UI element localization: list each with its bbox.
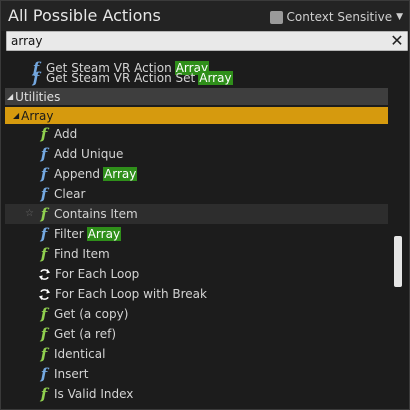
list-item[interactable]: f Append Array: [0, 164, 392, 184]
scrollbar-track[interactable]: [392, 58, 402, 403]
function-icon-blue: f: [40, 145, 48, 163]
list-item[interactable]: f Is Valid Index: [0, 384, 392, 404]
item-label: Get (a ref): [54, 327, 117, 341]
loop-icon: [38, 268, 51, 280]
item-label: Append: [54, 167, 101, 181]
search-match-highlight: Array: [103, 167, 138, 181]
search-match-highlight: Array: [198, 71, 233, 85]
loop-icon: [38, 288, 51, 300]
item-label: Is Valid Index: [54, 387, 134, 401]
function-icon-blue: f: [40, 365, 48, 383]
function-icon-green: f: [40, 205, 48, 223]
item-label: Find Item: [54, 247, 110, 261]
item-label: Filter: [54, 227, 84, 241]
item-label: Add Unique: [54, 147, 124, 161]
search-box[interactable]: ✕: [6, 31, 408, 51]
menu-header: All Possible Actions Context Sensitive ▼: [1, 1, 409, 31]
function-icon-green: f: [40, 325, 48, 343]
context-sensitive-toggle[interactable]: Context Sensitive ▼: [269, 9, 403, 25]
collapse-triangle-icon[interactable]: ◢: [13, 111, 19, 120]
close-icon[interactable]: ✕: [389, 32, 405, 50]
action-list: f Get Steam VR Action Array f Get Steam …: [0, 58, 392, 408]
context-sensitive-label: Context Sensitive: [286, 10, 393, 24]
function-icon-blue: f: [40, 165, 48, 183]
function-icon-blue: f: [40, 225, 48, 243]
function-icon-blue: f: [40, 185, 48, 203]
list-item[interactable]: f Add Unique: [0, 144, 392, 164]
item-label: Contains Item: [54, 207, 138, 221]
item-label: Clear: [54, 187, 86, 201]
scrollbar-thumb[interactable]: [394, 236, 402, 287]
list-item[interactable]: f Get (a ref): [0, 324, 392, 344]
category-label: Array: [21, 108, 54, 123]
item-label: For Each Loop: [55, 267, 140, 281]
item-label: For Each Loop with Break: [55, 287, 207, 301]
list-item[interactable]: For Each Loop: [0, 264, 392, 284]
function-icon-green: f: [40, 345, 48, 363]
list-item[interactable]: f Find Item: [0, 244, 392, 264]
item-label: Add: [54, 127, 78, 141]
list-item[interactable]: f Filter Array: [0, 224, 392, 244]
triangle-down-icon[interactable]: ▼: [396, 12, 403, 22]
function-icon-green: f: [40, 245, 48, 263]
list-item[interactable]: f Get (a copy): [0, 304, 392, 324]
item-label: Get (a copy): [54, 307, 129, 321]
item-label: Get Steam VR Action Set: [46, 71, 196, 85]
list-item[interactable]: f Clear: [0, 184, 392, 204]
search-match-highlight: Array: [86, 227, 122, 241]
item-label: Identical: [54, 347, 106, 361]
search-input[interactable]: [11, 32, 381, 50]
list-item[interactable]: f Add: [0, 124, 392, 144]
collapse-triangle-icon[interactable]: ◢: [7, 92, 13, 101]
function-icon-green: f: [40, 125, 48, 143]
category-label: Utilities: [15, 89, 61, 104]
function-icon-green: f: [40, 305, 48, 323]
category-utilities[interactable]: ◢ Utilities: [5, 88, 388, 105]
list-item[interactable]: f Insert: [0, 364, 392, 384]
list-item[interactable]: f Identical: [0, 344, 392, 364]
menu-title: All Possible Actions: [8, 6, 161, 25]
item-label: Insert: [54, 367, 89, 381]
function-icon: f: [32, 69, 40, 87]
list-item[interactable]: For Each Loop with Break: [0, 284, 392, 304]
context-sensitive-checkbox[interactable]: [269, 10, 283, 24]
category-array[interactable]: ◢ Array: [5, 107, 388, 124]
function-icon-green: f: [40, 385, 48, 403]
list-item[interactable]: f Get Steam VR Action Set Array: [0, 68, 392, 88]
list-item[interactable]: f Contains Item: [0, 204, 392, 224]
